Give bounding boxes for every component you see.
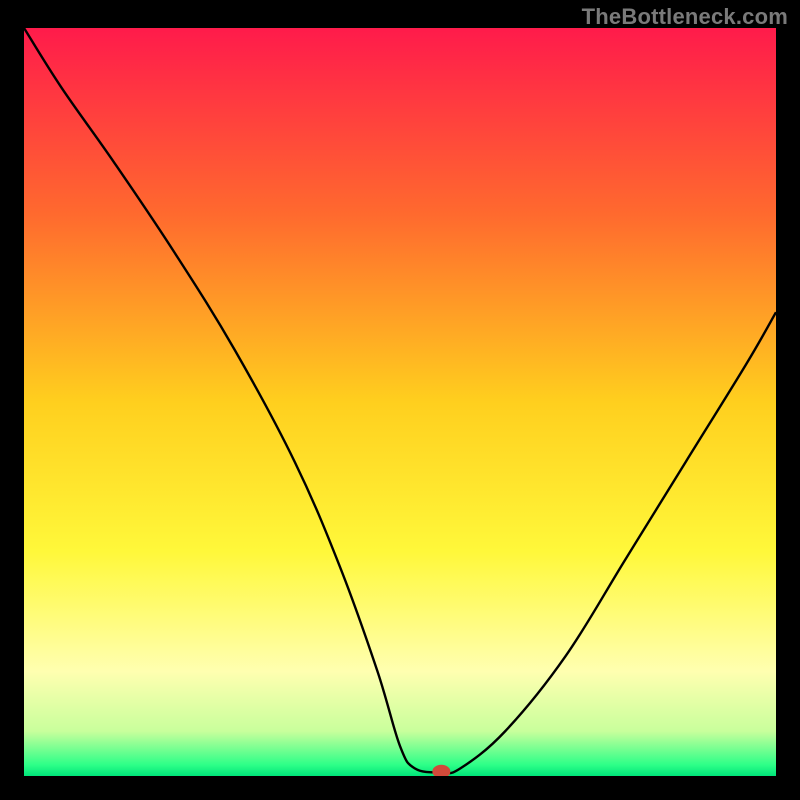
plot-area [24, 28, 776, 776]
gradient-background [24, 28, 776, 776]
chart-svg [24, 28, 776, 776]
chart-container: TheBottleneck.com [0, 0, 800, 800]
watermark-label: TheBottleneck.com [582, 4, 788, 30]
